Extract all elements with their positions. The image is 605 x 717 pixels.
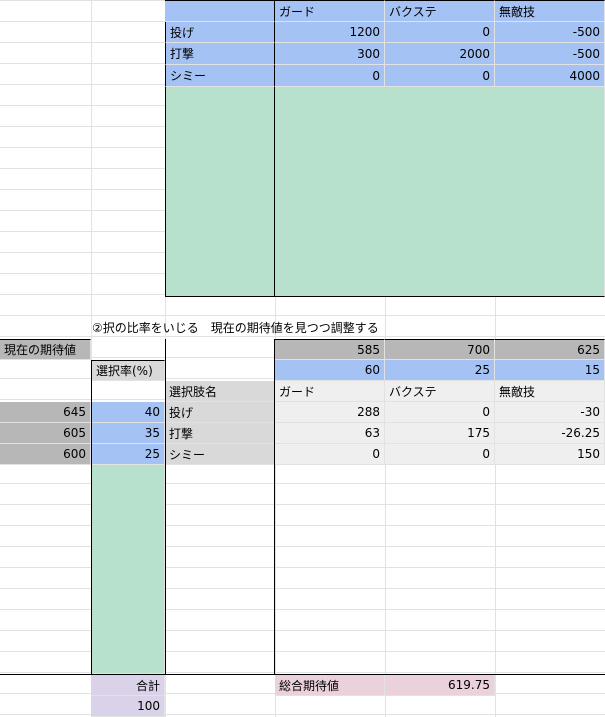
bottom-header-backstep[interactable]: バクステ <box>385 381 495 402</box>
opponent-rate-backstep[interactable]: 25 <box>385 360 495 381</box>
total-label[interactable]: 合計 <box>91 675 165 696</box>
bottom-cell[interactable]: 175 <box>385 423 495 444</box>
rate-throw[interactable]: 40 <box>91 402 165 423</box>
top-cell[interactable]: 300 <box>275 43 385 65</box>
bottom-cell[interactable]: 288 <box>275 402 385 423</box>
top-header-guard[interactable]: ガード <box>275 0 385 22</box>
top-green-area-labels[interactable] <box>165 87 275 297</box>
row-expected-shimmy[interactable]: 600 <box>0 444 91 465</box>
spreadsheet-grid[interactable]: ガード バクステ 無敵技 投げ 1200 0 -500 打撃 300 2000 … <box>0 0 605 717</box>
rate-green-area[interactable] <box>91 465 165 674</box>
top-cell[interactable]: 2000 <box>385 43 495 65</box>
rate-column-left-border <box>91 360 92 675</box>
rate-strike[interactable]: 35 <box>91 423 165 444</box>
top-cell[interactable]: 1200 <box>275 22 385 43</box>
opponent-rate-invincible[interactable]: 15 <box>495 360 605 381</box>
rate-shimmy[interactable]: 25 <box>91 444 165 465</box>
bottom-cell[interactable]: 150 <box>495 444 605 465</box>
top-cell[interactable]: 0 <box>385 65 495 87</box>
rate-column-right-border <box>165 339 166 675</box>
option-label-shimmy[interactable]: シミー <box>165 444 275 465</box>
top-green-area-values[interactable] <box>275 87 605 297</box>
bottom-cell[interactable]: 63 <box>275 423 385 444</box>
bottom-cell[interactable]: 0 <box>275 444 385 465</box>
overall-expected-value[interactable]: 619.75 <box>385 675 495 696</box>
expected-top-invincible[interactable]: 625 <box>495 339 605 360</box>
opponent-rate-guard[interactable]: 60 <box>275 360 385 381</box>
grid-row-line <box>0 315 605 316</box>
bottom-header-invincible[interactable]: 無敵技 <box>495 381 605 402</box>
option-label-throw[interactable]: 投げ <box>165 402 275 423</box>
values-left-border <box>274 339 275 675</box>
top-cell[interactable]: 4000 <box>495 65 605 87</box>
top-cell[interactable]: -500 <box>495 43 605 65</box>
adjustment-note: ②択の比率をいじる 現在の期待値を見つつ調整する <box>92 320 379 335</box>
selection-rate-label[interactable]: 選択率(%) <box>91 360 165 381</box>
top-header-backstep[interactable]: バクステ <box>385 0 495 22</box>
option-name-label[interactable]: 選択肢名 <box>165 381 275 402</box>
top-row-label-throw[interactable]: 投げ <box>165 22 275 43</box>
top-table-corner-cell[interactable] <box>165 0 275 22</box>
bottom-cell[interactable]: -30 <box>495 402 605 423</box>
expected-value-label[interactable]: 現在の期待値 <box>0 339 91 360</box>
top-cell[interactable]: 0 <box>275 65 385 87</box>
top-cell[interactable]: 0 <box>385 22 495 43</box>
top-row-label-shimmy[interactable]: シミー <box>165 65 275 87</box>
bottom-header-guard[interactable]: ガード <box>275 381 385 402</box>
top-cell[interactable]: -500 <box>495 22 605 43</box>
overall-expected-label[interactable]: 総合期待値 <box>275 675 385 696</box>
row-expected-strike[interactable]: 605 <box>0 423 91 444</box>
top-header-invincible[interactable]: 無敵技 <box>495 0 605 22</box>
top-row-label-strike[interactable]: 打撃 <box>165 43 275 65</box>
expected-top-backstep[interactable]: 700 <box>385 339 495 360</box>
bottom-cell[interactable]: -26.25 <box>495 423 605 444</box>
option-label-strike[interactable]: 打撃 <box>165 423 275 444</box>
total-value[interactable]: 100 <box>91 696 165 717</box>
expected-top-guard[interactable]: 585 <box>275 339 385 360</box>
row-expected-throw[interactable]: 645 <box>0 402 91 423</box>
bottom-cell[interactable]: 0 <box>385 402 495 423</box>
bottom-cell[interactable]: 0 <box>385 444 495 465</box>
